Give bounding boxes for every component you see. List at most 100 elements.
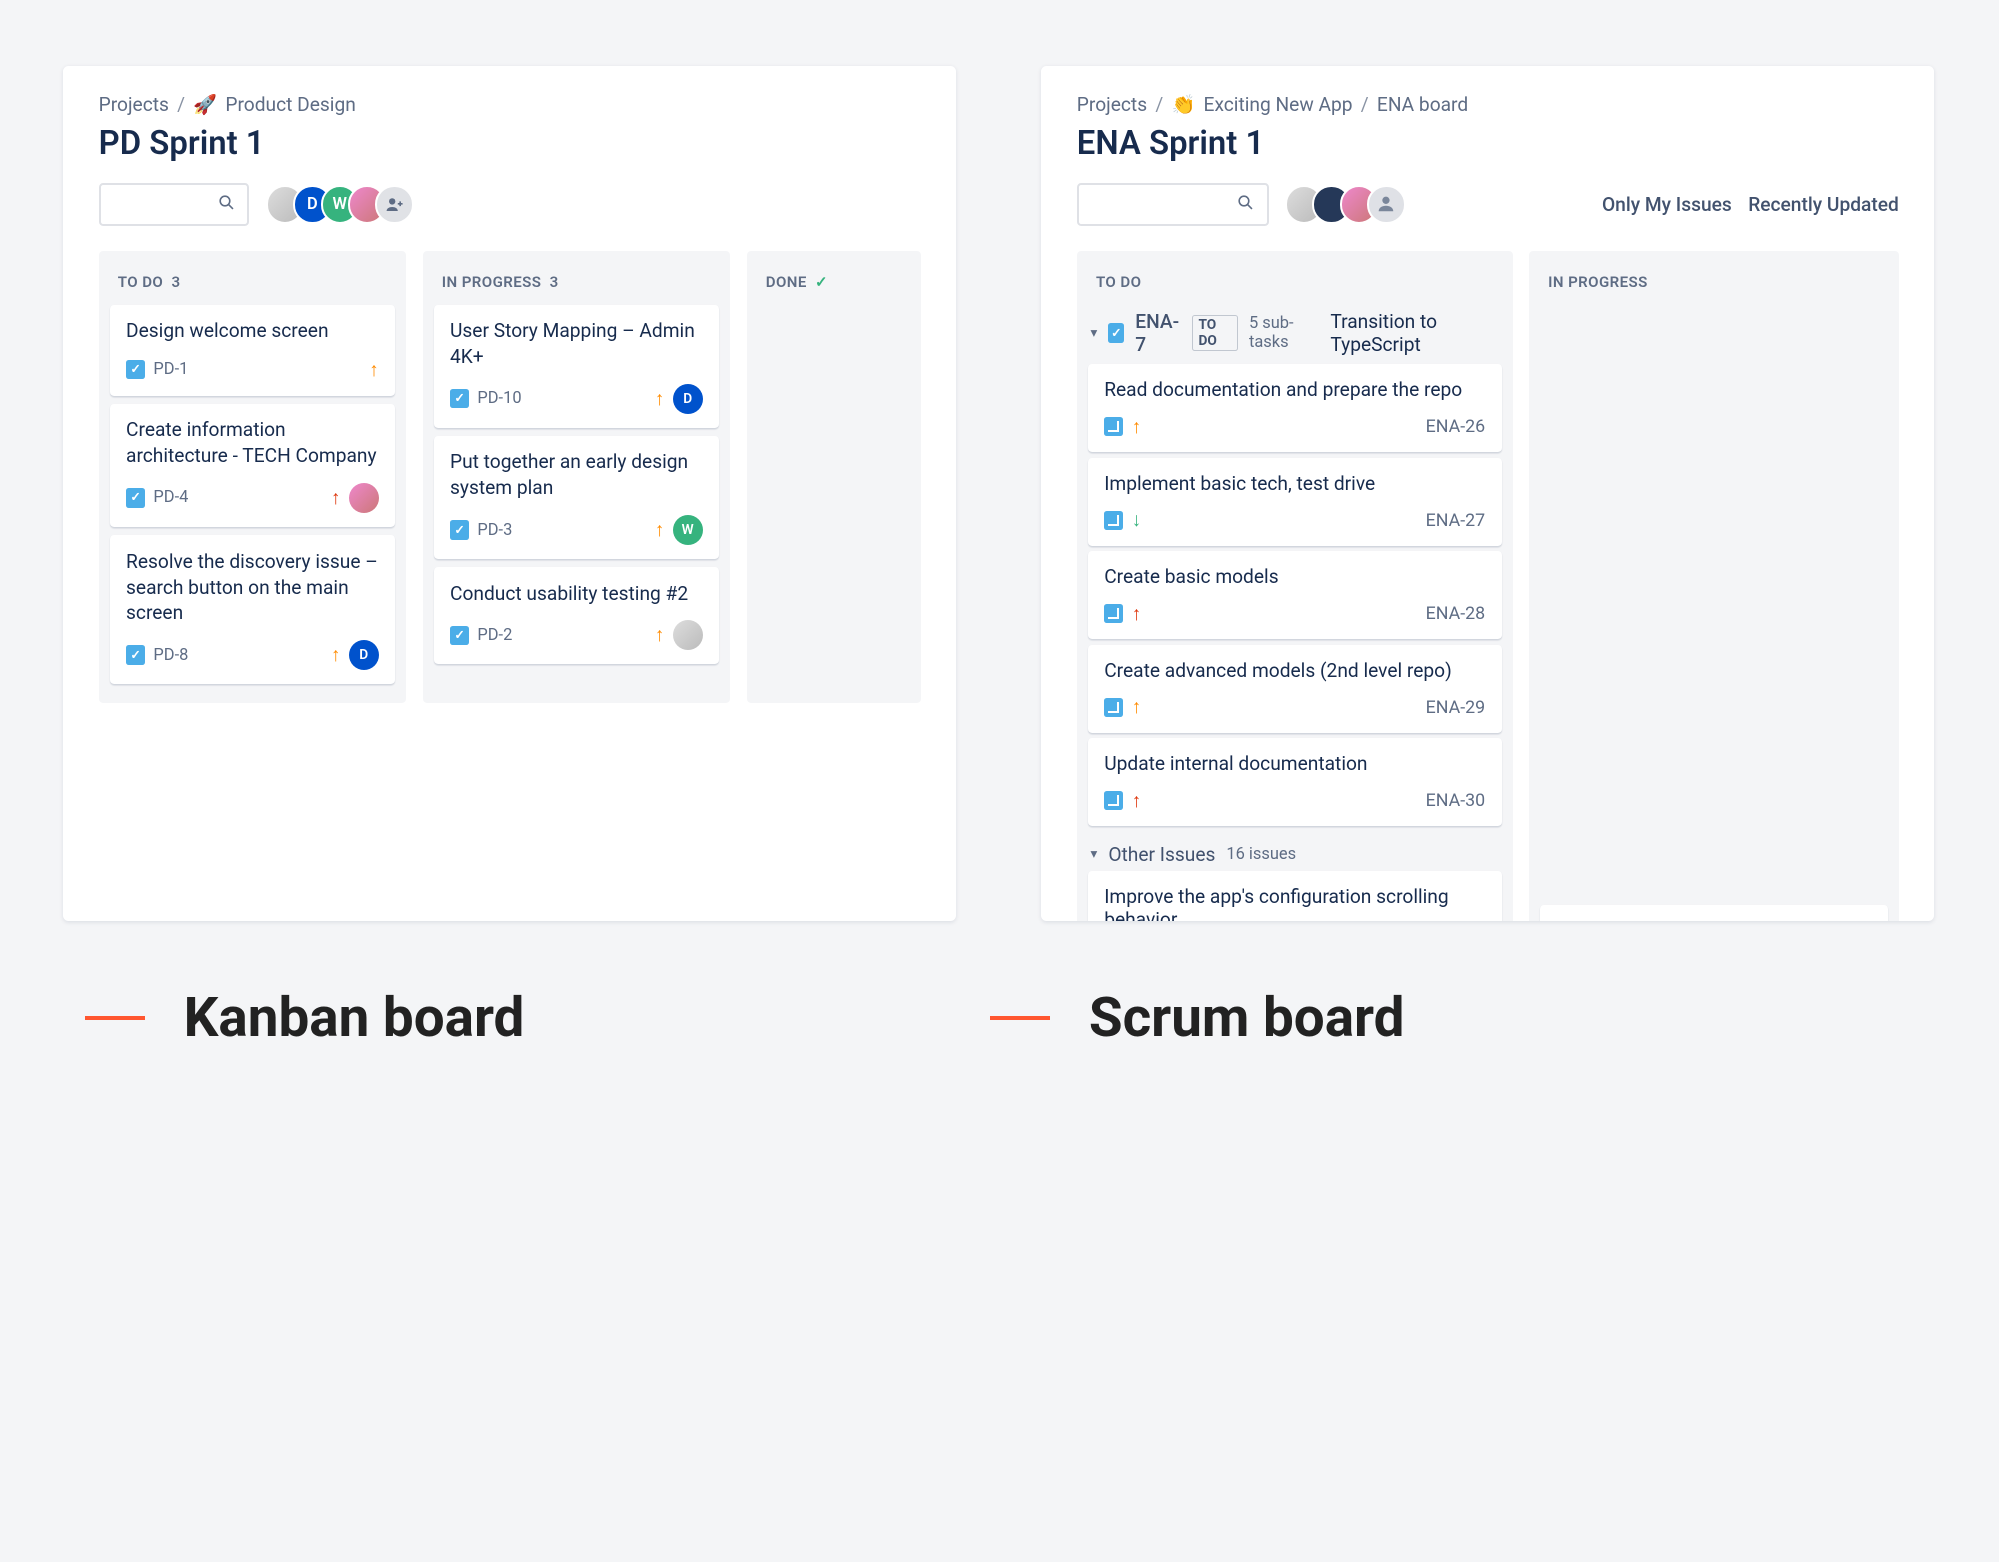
subtask-icon (1104, 511, 1123, 530)
chevron-down-icon[interactable]: ▾ (1090, 325, 1097, 341)
breadcrumb-board[interactable]: ENA board (1377, 93, 1468, 116)
priority-icon: ↓ (1132, 508, 1142, 532)
filter-recently-updated[interactable]: Recently Updated (1748, 193, 1899, 216)
subtask-card[interactable]: Update internal documentation↑ENA-30 (1088, 738, 1502, 826)
column-header: DONE ✓ (758, 262, 910, 305)
epic-header[interactable]: ▾ ENA-7 TO DO 5 sub-tasks Transition to … (1088, 305, 1502, 365)
issue-key: PD-8 (153, 646, 188, 665)
priority-icon: ↑ (1132, 695, 1142, 719)
task-icon (126, 488, 145, 507)
column-todo: TO DO ▾ ENA-7 TO DO 5 sub-tasks Transiti… (1077, 251, 1513, 921)
board-columns: TO DO ▾ ENA-7 TO DO 5 sub-tasks Transiti… (1077, 251, 1899, 921)
scrum-panel: Projects / 👏 Exciting New App / ENA boar… (1041, 66, 1934, 921)
breadcrumb-projects[interactable]: Projects (99, 93, 169, 116)
caption-text: Kanban board (184, 986, 525, 1050)
card-title: Conduct usability testing #2 (450, 581, 703, 607)
caption-scrum: Scrum board (990, 986, 1404, 1050)
subtask-card[interactable]: Read documentation and prepare the repo↑… (1088, 364, 1502, 452)
card-title: Read documentation and prepare the repo (1104, 378, 1485, 401)
subtask-card[interactable]: Create basic models↑ENA-28 (1088, 551, 1502, 639)
breadcrumb-project[interactable]: Product Design (225, 93, 355, 116)
toolbar: DW (99, 183, 921, 227)
subtask-icon (1104, 791, 1123, 810)
column-in-progress: IN PROGRESS 3User Story Mapping – Admin … (423, 251, 731, 703)
subtask-icon (1104, 604, 1123, 623)
issue-card[interactable]: Scrolling staggers on the configuration … (1540, 905, 1888, 921)
search-input[interactable] (1077, 183, 1269, 227)
assignee-avatar (673, 620, 703, 650)
subtask-icon (1104, 698, 1123, 717)
search-input[interactable] (99, 183, 250, 227)
search-icon (1236, 193, 1255, 218)
group-other-issues[interactable]: ▾ Other Issues 16 issues (1088, 832, 1502, 871)
card-title: Create basic models (1104, 565, 1485, 588)
card-title: Put together an early design system plan (450, 449, 703, 501)
column-header: TO DO 3 (110, 262, 396, 305)
priority-icon: ↑ (369, 358, 379, 382)
search-icon (217, 193, 236, 218)
caption-kanban: Kanban board (85, 986, 524, 1050)
status-lozenge: TO DO (1192, 315, 1238, 352)
issue-key: ENA-26 (1426, 416, 1486, 437)
priority-icon: ↑ (655, 623, 665, 647)
subtask-icon (1104, 417, 1123, 436)
assignee-avatar: W (673, 515, 703, 545)
caption-text: Scrum board (1089, 986, 1405, 1050)
avatar-stack (1285, 185, 1406, 223)
issue-card[interactable]: Improve the app's configuration scrollin… (1088, 871, 1502, 920)
priority-icon: ↑ (331, 643, 341, 667)
column-header: IN PROGRESS (1540, 262, 1888, 305)
page-title: ENA Sprint 1 (1077, 124, 1899, 163)
avatar-unassigned[interactable] (1367, 185, 1405, 223)
group-count: 16 issues (1226, 845, 1296, 864)
issue-key: PD-1 (153, 360, 188, 379)
assignee-avatar: D (349, 640, 379, 670)
epic-key: ENA-7 (1135, 310, 1181, 356)
issue-key: ENA-27 (1426, 510, 1486, 531)
avatar-stack: DW (266, 185, 414, 223)
issue-card[interactable]: Design welcome screen PD-1 ↑ (110, 305, 396, 396)
subtask-count: 5 sub-tasks (1249, 314, 1319, 352)
issue-card[interactable]: Conduct usability testing #2 PD-2 ↑ (434, 567, 720, 664)
caption-row: Kanban board Scrum board (0, 986, 1999, 1050)
filter-only-my-issues[interactable]: Only My Issues (1602, 193, 1732, 216)
breadcrumb: Projects / 👏 Exciting New App / ENA boar… (1077, 93, 1899, 116)
task-icon (1108, 323, 1124, 342)
issue-key: PD-10 (477, 389, 521, 408)
column-header: IN PROGRESS 3 (434, 262, 720, 305)
breadcrumb: Projects / 🚀 Product Design (99, 93, 921, 116)
page-title: PD Sprint 1 (99, 124, 921, 163)
card-title: Create advanced models (2nd level repo) (1104, 659, 1485, 682)
column-done: DONE ✓ (747, 251, 921, 703)
toolbar: Only My Issues Recently Updated (1077, 183, 1899, 227)
issue-card[interactable]: User Story Mapping – Admin 4K+PD-10↑D (434, 305, 720, 428)
subtask-card[interactable]: Implement basic tech, test drive↓ENA-27 (1088, 458, 1502, 546)
card-title: Resolve the discovery issue – search but… (126, 549, 379, 627)
breadcrumb-sep: / (177, 93, 185, 116)
column-header: TO DO (1088, 262, 1502, 305)
issue-card[interactable]: Create information architecture - TECH C… (110, 404, 396, 527)
priority-icon: ↑ (1132, 789, 1142, 813)
task-icon (450, 389, 469, 408)
assignee-avatar: D (673, 384, 703, 414)
dash-icon (990, 1016, 1050, 1020)
assignee-avatar (349, 483, 379, 513)
chevron-down-icon[interactable]: ▾ (1090, 846, 1097, 862)
card-title: Scrolling staggers on the configuration … (1556, 918, 1871, 920)
priority-icon: ↑ (331, 486, 341, 510)
priority-icon: ↑ (655, 518, 665, 542)
issue-key: ENA-29 (1426, 697, 1486, 718)
project-emoji: 🚀 (193, 93, 217, 116)
subtask-card[interactable]: Create advanced models (2nd level repo) ↑… (1088, 645, 1502, 733)
breadcrumb-projects[interactable]: Projects (1077, 93, 1147, 116)
task-icon (450, 626, 469, 645)
add-member-button[interactable] (375, 185, 413, 223)
breadcrumb-project[interactable]: Exciting New App (1204, 93, 1353, 116)
card-title: Design welcome screen (126, 318, 379, 344)
issue-card[interactable]: Put together an early design system plan… (434, 436, 720, 559)
issue-key: ENA-30 (1426, 790, 1486, 811)
issue-key: PD-2 (477, 626, 512, 645)
dash-icon (85, 1016, 145, 1020)
issue-key: ENA-28 (1426, 603, 1486, 624)
issue-card[interactable]: Resolve the discovery issue – search but… (110, 535, 396, 684)
